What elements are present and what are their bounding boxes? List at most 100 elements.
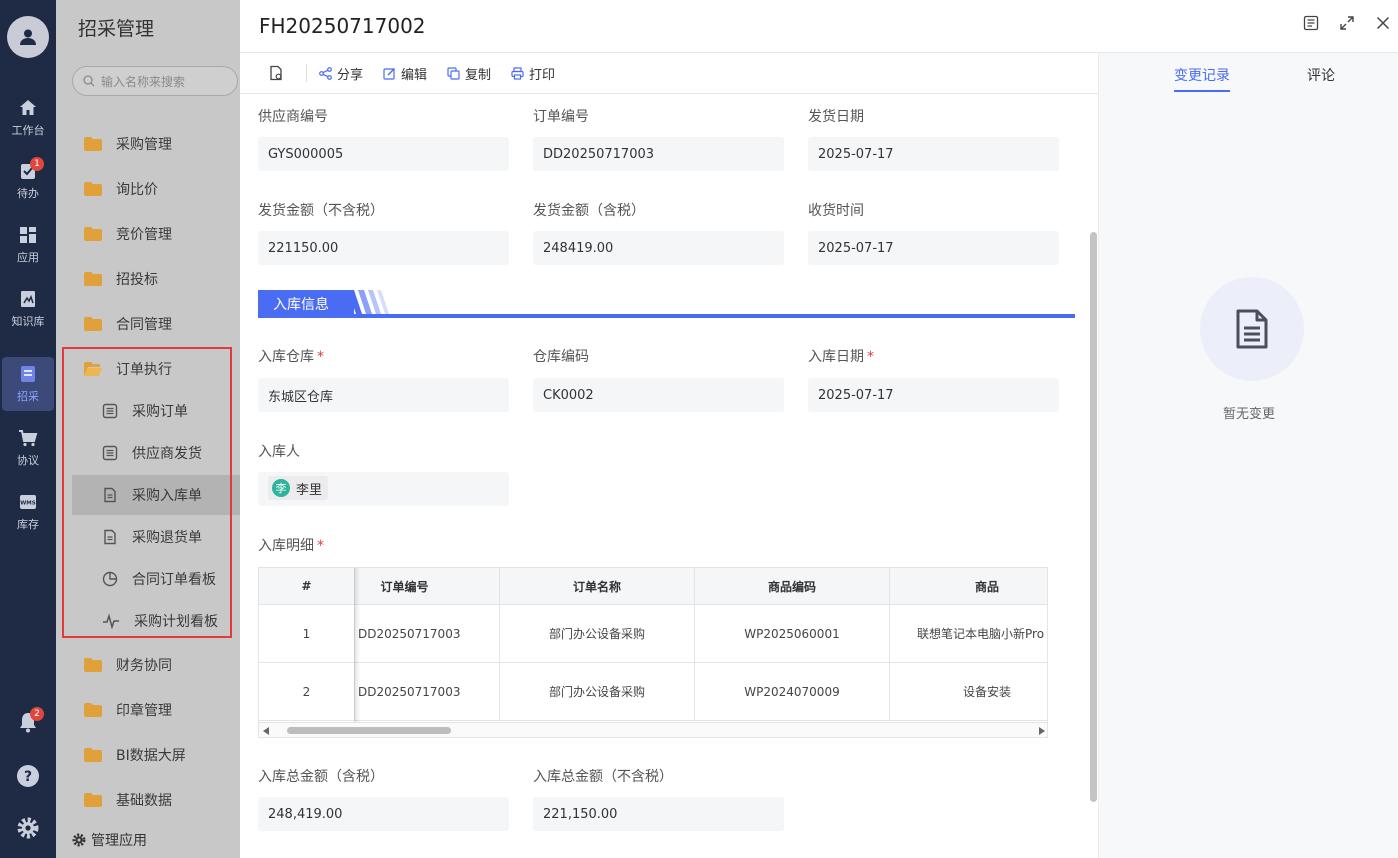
edit-label: 编辑	[401, 67, 428, 83]
column-header-goods[interactable]: 商品	[890, 568, 1047, 604]
horizontal-scrollbar[interactable]	[259, 722, 1047, 737]
total-ex-tax-field[interactable]: 221,150.00	[533, 797, 784, 831]
ship-date-field[interactable]: 2025-07-17	[808, 137, 1059, 171]
edit-button[interactable]: 编辑	[383, 64, 427, 83]
svg-text:WMS: WMS	[20, 501, 36, 507]
form-body: 供应商编号 GYS000005 订单编号 DD20250717003 发货日期 …	[240, 94, 1090, 858]
required-mark: *	[317, 349, 324, 365]
receive-time-label: 收货时间	[808, 203, 864, 219]
share-button[interactable]: 分享	[319, 64, 363, 83]
gear-icon	[72, 833, 86, 847]
supplier-code-label: 供应商编号	[258, 109, 328, 125]
copy-button[interactable]: 复制	[447, 64, 491, 83]
ship-amount-ex-tax-field[interactable]: 221150.00	[258, 231, 509, 265]
sidebar-item-purchase-management[interactable]: 采购管理	[72, 124, 240, 164]
column-header-goods-code[interactable]: 商品编码	[695, 568, 890, 604]
app-rail: 工作台 待办 1 应用 知识库 招采 协议 WMS 库存 2 ?	[0, 0, 56, 858]
column-header-order-name[interactable]: 订单名称	[500, 568, 695, 604]
tab-comments[interactable]: 评论	[1307, 65, 1335, 85]
rail-item-inventory[interactable]: WMS 库存	[0, 484, 56, 540]
sidebar-item-inquiry[interactable]: 询比价	[72, 169, 240, 209]
sidebar-item-contract[interactable]: 合同管理	[72, 304, 240, 344]
rail-label: 应用	[17, 251, 39, 264]
ship-amount-inc-tax-field[interactable]: 248419.00	[533, 231, 784, 265]
folder-icon	[84, 227, 102, 241]
table-row[interactable]: 1 DD20250717003 部门办公设备采购 WP2025060001 联想…	[259, 605, 1047, 663]
help-icon[interactable]: ?	[16, 764, 40, 788]
detail-view-icon[interactable]	[1302, 14, 1320, 32]
receive-time-field[interactable]: 2025-07-17	[808, 231, 1059, 265]
vertical-scrollbar[interactable]	[1090, 232, 1097, 802]
section-underline	[258, 314, 1075, 318]
expand-icon[interactable]	[1338, 14, 1356, 32]
rail-item-todo[interactable]: 待办	[0, 153, 56, 209]
rail-item-agreement[interactable]: 协议	[0, 420, 56, 476]
scroll-left-icon[interactable]	[263, 727, 270, 735]
search-input[interactable]: 输入名称来搜索	[72, 66, 238, 96]
sidebar-item-seal[interactable]: 印章管理	[72, 690, 240, 730]
sidebar-item-tender[interactable]: 招投标	[72, 259, 240, 299]
person-tag[interactable]: 李 李里	[268, 476, 329, 500]
procurement-icon	[21, 366, 35, 382]
rail-item-apps[interactable]: 应用	[0, 217, 56, 273]
settings-icon[interactable]	[16, 816, 40, 840]
total-ex-tax-label: 入库总金额（不含税）	[533, 769, 673, 785]
order-code-field[interactable]: DD20250717003	[533, 137, 784, 171]
stock-detail-table: # 订单编号 订单名称 商品编码 商品 1 DD20250717003 部门办公…	[258, 567, 1048, 738]
document-icon	[1236, 309, 1268, 349]
scrollbar-thumb[interactable]	[287, 727, 451, 734]
total-inc-tax-field[interactable]: 248,419.00	[258, 797, 509, 831]
search-icon	[83, 75, 95, 87]
table-cell-index: 1	[259, 605, 355, 662]
table-cell-order-name: 部门办公设备采购	[500, 663, 695, 720]
active-tab-indicator	[1174, 90, 1230, 92]
rail-item-workbench[interactable]: 工作台	[0, 90, 56, 146]
rail-item-procurement[interactable]: 招采	[2, 357, 54, 411]
knowledge-icon	[21, 291, 35, 307]
folder-icon	[84, 748, 102, 762]
rail-item-knowledge[interactable]: 知识库	[0, 281, 56, 337]
column-header-order-code[interactable]: 订单编号	[355, 568, 500, 604]
table-cell-goods-code: WP2025060001	[695, 605, 890, 662]
table-cell-order-name: 部门办公设备采购	[500, 605, 695, 662]
stock-person-label: 入库人	[258, 444, 300, 460]
close-icon[interactable]	[1374, 14, 1392, 32]
user-avatar[interactable]	[7, 16, 49, 58]
doc-settings-icon[interactable]	[268, 65, 284, 81]
sidebar-item-label: 采购管理	[116, 137, 172, 153]
sidebar-title: 招采管理	[78, 18, 155, 40]
warehouse-code-field[interactable]: CK0002	[533, 378, 784, 412]
stock-date-field[interactable]: 2025-07-17	[808, 378, 1059, 412]
sidebar-item-finance[interactable]: 财务协同	[72, 645, 240, 685]
sidebar-item-label: BI数据大屏	[116, 748, 186, 764]
ship-amount-inc-tax-label: 发货金额（含税）	[533, 203, 645, 219]
sidebar-item-bi[interactable]: BI数据大屏	[72, 735, 240, 775]
table-cell-goods: 设备安装	[890, 663, 1047, 720]
search-placeholder: 输入名称来搜索	[101, 74, 186, 89]
sidebar-item-label: 基础数据	[116, 793, 172, 809]
print-button[interactable]: 打印	[511, 64, 555, 83]
warehouse-field[interactable]: 东城区仓库	[258, 378, 509, 412]
folder-icon	[84, 793, 102, 807]
required-mark: *	[317, 538, 324, 554]
sidebar-item-base-data[interactable]: 基础数据	[72, 780, 240, 820]
cart-icon	[19, 430, 38, 447]
supplier-code-field[interactable]: GYS000005	[258, 137, 509, 171]
sidebar-item-label: 合同管理	[116, 317, 172, 333]
stock-date-label-text: 入库日期	[808, 349, 864, 365]
ship-date-label: 发货日期	[808, 109, 864, 125]
section-stripes-decoration	[348, 290, 389, 314]
home-icon	[20, 100, 36, 115]
sidebar-item-bidding[interactable]: 竞价管理	[72, 214, 240, 254]
warehouse-code-label: 仓库编码	[533, 349, 589, 365]
table-row[interactable]: 2 DD20250717003 部门办公设备采购 WP2024070009 设备…	[259, 663, 1047, 721]
scroll-right-icon[interactable]	[1038, 727, 1045, 735]
manage-apps-button[interactable]: 管理应用	[72, 830, 147, 850]
folder-icon	[84, 272, 102, 286]
ship-amount-ex-tax-label: 发货金额（不含税）	[258, 203, 384, 219]
rail-label: 工作台	[11, 124, 45, 137]
print-icon	[511, 66, 524, 80]
tab-change-log[interactable]: 变更记录	[1174, 65, 1230, 85]
share-label: 分享	[337, 67, 364, 83]
detail-drawer: FH20250717002 分享 编辑 复制 打印 供应商编号 GYS00000…	[240, 0, 1398, 858]
